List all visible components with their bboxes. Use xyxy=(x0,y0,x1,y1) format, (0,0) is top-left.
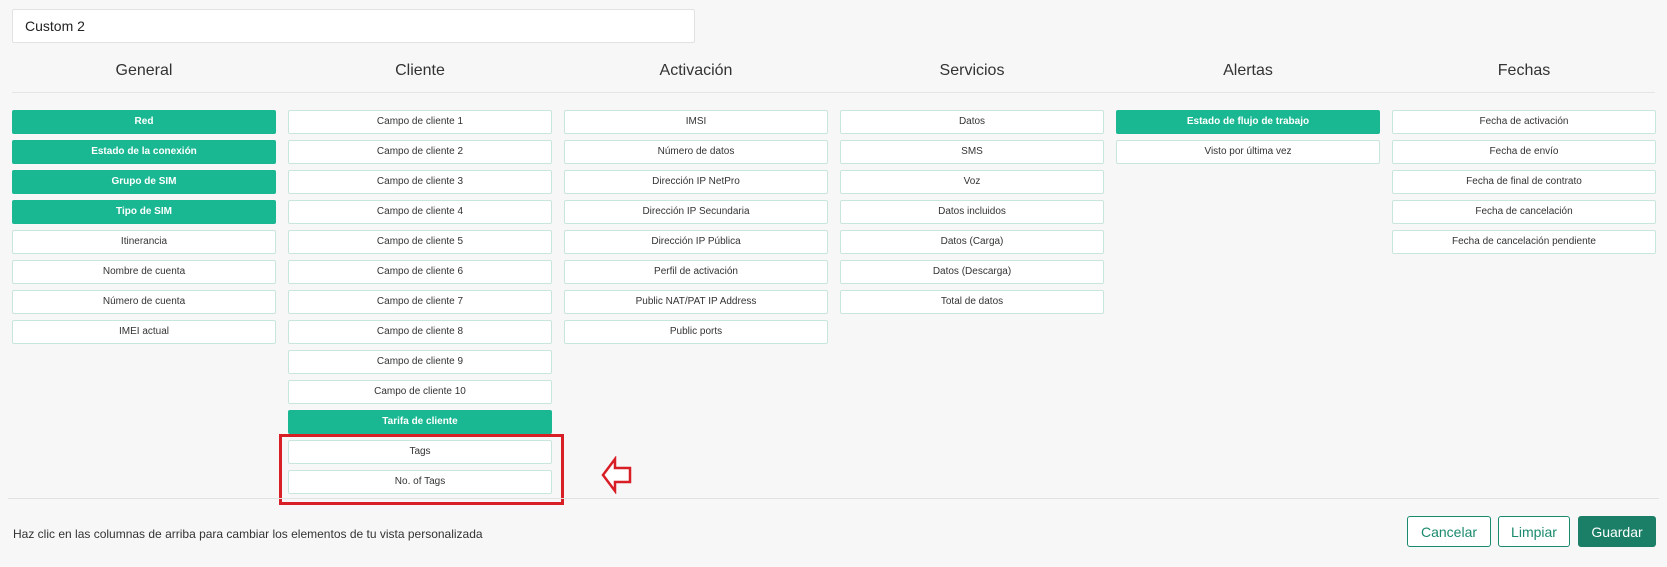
column-item[interactable]: Campo de cliente 2 xyxy=(288,140,552,164)
column-item[interactable]: Dirección IP NetPro xyxy=(564,170,828,194)
column-item[interactable]: Fecha de envío xyxy=(1392,140,1656,164)
column-item[interactable]: Campo de cliente 6 xyxy=(288,260,552,284)
save-button[interactable]: Guardar xyxy=(1578,516,1656,547)
column-item[interactable]: Dirección IP Pública xyxy=(564,230,828,254)
column-item[interactable]: Grupo de SIM xyxy=(12,170,276,194)
column-item[interactable]: Estado de la conexión xyxy=(12,140,276,164)
column-header-alertas: Alertas xyxy=(1223,62,1273,79)
column-item[interactable]: Datos (Carga) xyxy=(840,230,1104,254)
annotation-highlight-box xyxy=(279,434,564,505)
column-header-cliente: Cliente xyxy=(395,62,445,79)
column-item[interactable]: Fecha de cancelación pendiente xyxy=(1392,230,1656,254)
column-headers: General Cliente Activación Servicios Ale… xyxy=(12,62,1655,84)
column-item[interactable]: Public NAT/PAT IP Address xyxy=(564,290,828,314)
column-item[interactable]: Fecha de cancelación xyxy=(1392,200,1656,224)
column-item[interactable]: IMEI actual xyxy=(12,320,276,344)
column-item[interactable]: Tipo de SIM xyxy=(12,200,276,224)
column-header-servicios: Servicios xyxy=(939,62,1005,79)
column-item[interactable]: Nombre de cuenta xyxy=(12,260,276,284)
help-text: Haz clic en las columnas de arriba para … xyxy=(13,527,483,541)
clear-button[interactable]: Limpiar xyxy=(1498,516,1570,547)
column-item[interactable]: Campo de cliente 9 xyxy=(288,350,552,374)
column-general: Red Estado de la conexión Grupo de SIM Tipo… xyxy=(12,110,276,350)
column-item[interactable]: Campo de cliente 4 xyxy=(288,200,552,224)
header-divider xyxy=(12,92,1655,93)
left-arrow-icon xyxy=(601,456,632,494)
column-item[interactable]: Perfil de activación xyxy=(564,260,828,284)
column-item[interactable]: Red xyxy=(12,110,276,134)
column-fechas: Fecha de activación Fecha de envío Fecha d… xyxy=(1392,110,1656,260)
column-item[interactable]: Estado de flujo de trabajo xyxy=(1116,110,1380,134)
column-item[interactable]: SMS xyxy=(840,140,1104,164)
column-item[interactable]: Campo de cliente 1 xyxy=(288,110,552,134)
footer-divider xyxy=(8,498,1659,499)
column-item[interactable]: Public ports xyxy=(564,320,828,344)
column-item[interactable]: Dirección IP Secundaria xyxy=(564,200,828,224)
column-item[interactable]: Tarifa de cliente xyxy=(288,410,552,434)
column-item[interactable]: Número de cuenta xyxy=(12,290,276,314)
column-item[interactable]: Campo de cliente 3 xyxy=(288,170,552,194)
column-header-general: General xyxy=(115,62,173,79)
column-activacion: IMSI Número de datos Dirección IP NetPro Di… xyxy=(564,110,828,350)
column-item[interactable]: Fecha de activación xyxy=(1392,110,1656,134)
column-item[interactable]: Visto por última vez xyxy=(1116,140,1380,164)
column-item[interactable]: Fecha de final de contrato xyxy=(1392,170,1656,194)
column-item[interactable]: IMSI xyxy=(564,110,828,134)
column-header-fechas: Fechas xyxy=(1497,62,1551,79)
column-item[interactable]: Datos (Descarga) xyxy=(840,260,1104,284)
column-item[interactable]: Campo de cliente 5 xyxy=(288,230,552,254)
column-item[interactable]: Datos incluidos xyxy=(840,200,1104,224)
column-item[interactable]: Total de datos xyxy=(840,290,1104,314)
column-alertas: Estado de flujo de trabajo Visto por últi… xyxy=(1116,110,1380,170)
column-item[interactable]: Campo de cliente 8 xyxy=(288,320,552,344)
column-item[interactable]: Itinerancia xyxy=(12,230,276,254)
column-item[interactable]: Campo de cliente 7 xyxy=(288,290,552,314)
column-header-activacion: Activación xyxy=(659,62,733,79)
column-item[interactable]: Campo de cliente 10 xyxy=(288,380,552,404)
column-item[interactable]: Datos xyxy=(840,110,1104,134)
cancel-button[interactable]: Cancelar xyxy=(1407,516,1491,547)
column-servicios: Datos SMS Voz Datos incluidos Datos (Carga) D… xyxy=(840,110,1104,320)
view-name-input[interactable] xyxy=(12,9,695,43)
column-item[interactable]: Voz xyxy=(840,170,1104,194)
column-item[interactable]: Número de datos xyxy=(564,140,828,164)
